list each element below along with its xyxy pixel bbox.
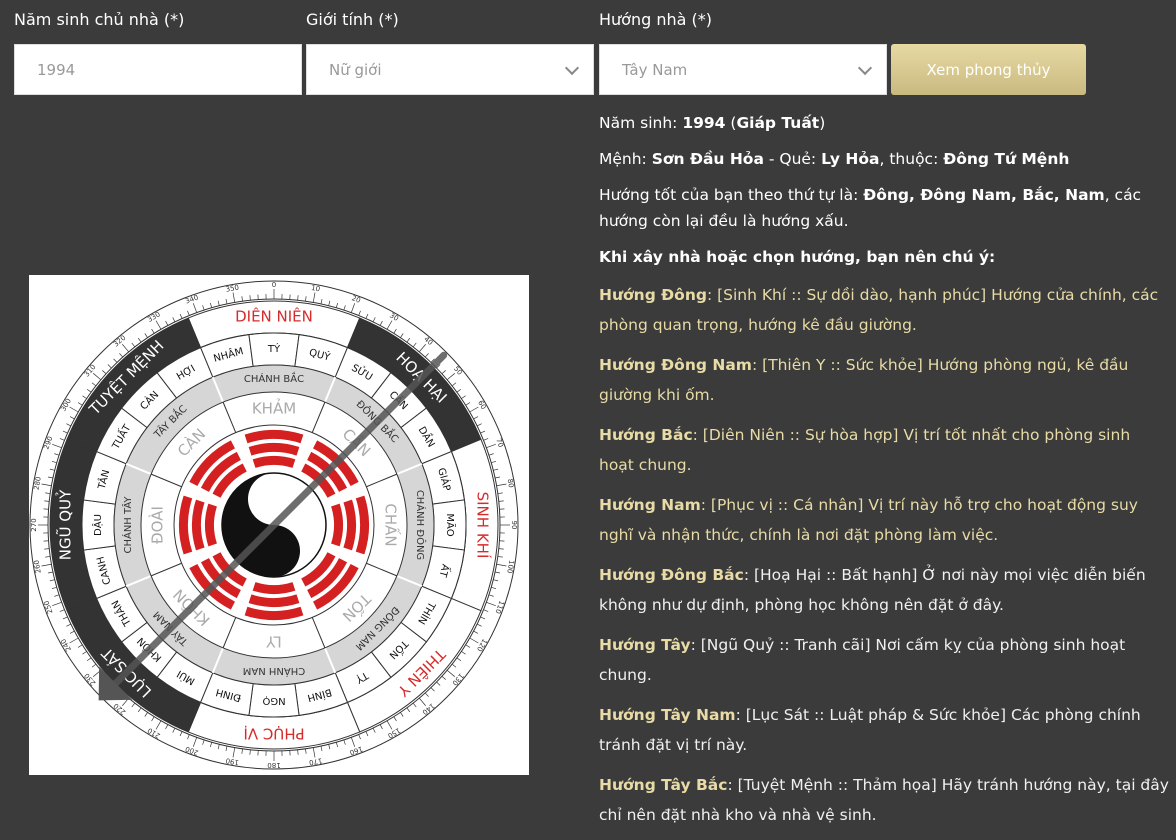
chevron-down-icon (858, 60, 872, 74)
advice-item: Hướng Đông: [Sinh Khí :: Sự dồi dào, hạn… (599, 280, 1169, 340)
degree-label: 80 (506, 478, 515, 488)
trigram-label: ĐOÀI (148, 506, 167, 544)
direction-label: CHÁNH ĐÔNG (414, 490, 427, 560)
advice-item: Hướng Nam: [Phục vị :: Cá nhân] Vị trí n… (599, 490, 1169, 550)
degree-label: 10 (311, 284, 321, 293)
star-label: NGŨ QUỶ (55, 489, 75, 560)
thuoc-prefix: , thuộc: (879, 150, 943, 168)
que-prefix: - Quẻ: (764, 150, 821, 168)
degree-label: 90 (510, 521, 518, 530)
advice-item: Hướng Đông Bắc: [Hoạ Hại :: Bất hạnh] Ở … (599, 560, 1169, 620)
advice-list: Hướng Đông: [Sinh Khí :: Sự dồi dào, hạn… (599, 280, 1169, 830)
advice-direction: Hướng Bắc (599, 426, 693, 444)
advice-direction: Hướng Tây Bắc (599, 776, 727, 794)
trigram-label: CHẤN (382, 503, 403, 546)
direction-label: CHÁNH NAM (243, 665, 305, 678)
thuoc-value: Đông Tứ Mệnh (943, 150, 1069, 168)
que-value: Ly Hỏa (821, 150, 879, 168)
note-heading: Khi xây nhà hoặc chọn hướng, bạn nên chú… (599, 244, 1169, 270)
good-value: Đông, Đông Nam, Bắc, Nam (863, 186, 1104, 204)
trigram-label: KHẢM (252, 398, 296, 418)
year-input-value: 1994 (37, 61, 75, 79)
gender-label: Giới tính (*) (306, 10, 399, 29)
advice-item: Hướng Tây: [Ngũ Quỷ :: Tranh cãi] Nơi cấ… (599, 630, 1169, 690)
year-input[interactable]: 1994 (14, 44, 302, 95)
chevron-down-icon (565, 60, 579, 74)
advice-item: Hướng Bắc: [Diên Niên :: Sự hòa hợp] Vị … (599, 420, 1169, 480)
advice-item: Hướng Đông Nam: [Thiên Y :: Sức khỏe] Hư… (599, 350, 1169, 410)
menh-line: Mệnh: Sơn Đầu Hỏa - Quẻ: Ly Hỏa, thuộc: … (599, 146, 1169, 172)
star-label: SINH KHÍ (474, 492, 493, 559)
birth-line: Năm sinh: 1994 (Giáp Tuất) (599, 110, 1169, 136)
view-fengshui-button[interactable]: Xem phong thủy (891, 44, 1086, 95)
good-prefix: Hướng tốt của bạn theo thứ tự là: (599, 186, 863, 204)
advice-direction: Hướng Nam (599, 496, 701, 514)
birth-canchi: Giáp Tuất (736, 114, 819, 132)
compass-image: 3403500102030405060708090100110120130140… (29, 275, 529, 775)
result-panel: Năm sinh: 1994 (Giáp Tuất) Mệnh: Sơn Đầu… (599, 110, 1169, 840)
degree-label: 270 (30, 518, 38, 531)
mountain-label: TÝ (267, 342, 281, 355)
advice-item: Hướng Tây Nam: [Lục Sát :: Luật pháp & S… (599, 700, 1169, 760)
bagua-compass: 3403500102030405060708090100110120130140… (29, 275, 529, 775)
menh-prefix: Mệnh: (599, 150, 652, 168)
gender-select[interactable]: Nữ giới (306, 44, 594, 95)
direction-label: Hướng nhà (*) (599, 10, 712, 29)
direction-select[interactable]: Tây Nam (599, 44, 887, 95)
advice-item: Hướng Tây Bắc: [Tuyệt Mệnh :: Thảm họa] … (599, 770, 1169, 830)
good-directions-line: Hướng tốt của bạn theo thứ tự là: Đông, … (599, 182, 1169, 234)
gender-select-value: Nữ giới (329, 61, 382, 79)
birth-prefix: Năm sinh: (599, 114, 682, 132)
mountain-label: MÃO (444, 513, 457, 536)
degree-label: 0 (272, 281, 276, 289)
birth-open: ( (725, 114, 736, 132)
degree-label: 180 (267, 761, 280, 769)
direction-select-value: Tây Nam (622, 61, 687, 79)
advice-direction: Hướng Đông Bắc (599, 566, 744, 584)
direction-label: CHÁNH BẮC (244, 371, 304, 385)
menh-value: Sơn Đầu Hỏa (652, 150, 764, 168)
mountain-label: DẬU (91, 514, 104, 536)
year-label: Năm sinh chủ nhà (*) (14, 10, 184, 29)
birth-close: ) (819, 114, 825, 132)
mountain-label: NGỌ (262, 695, 285, 706)
star-label: DIÊN NIÊN (235, 307, 313, 326)
trigram-label: LY (265, 633, 281, 651)
advice-direction: Hướng Tây (599, 636, 691, 654)
advice-direction: Hướng Tây Nam (599, 706, 736, 724)
advice-direction: Hướng Đông Nam (599, 356, 752, 374)
note-heading-text: Khi xây nhà hoặc chọn hướng, bạn nên chú… (599, 248, 995, 266)
star-label: PHỤC VỊ (243, 725, 304, 743)
advice-direction: Hướng Đông (599, 286, 707, 304)
direction-label: CHÁNH TÂY (121, 496, 134, 554)
birth-year: 1994 (682, 114, 725, 132)
